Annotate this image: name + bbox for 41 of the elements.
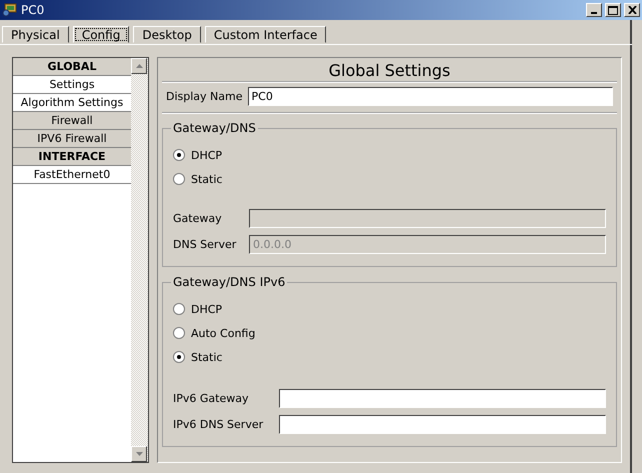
window-title: PC0 bbox=[21, 3, 46, 17]
field-label: IPv6 DNS Server bbox=[173, 418, 264, 431]
down-arrow-icon bbox=[136, 452, 142, 456]
radio-button[interactable] bbox=[173, 327, 185, 339]
sidebar-item[interactable]: IPV6 Firewall bbox=[13, 130, 131, 148]
radio-label: Static bbox=[191, 350, 222, 364]
scroll-down-button[interactable] bbox=[131, 446, 147, 462]
field-label: Gateway bbox=[173, 212, 223, 225]
radio-label: Static bbox=[191, 172, 222, 186]
group-title: Gateway/DNS bbox=[172, 121, 257, 135]
tab[interactable]: Desktop bbox=[133, 26, 201, 43]
radio-label: Auto Config bbox=[191, 326, 256, 340]
maximize-icon bbox=[608, 6, 618, 14]
computer-icon bbox=[2, 3, 18, 17]
radio-button[interactable] bbox=[173, 149, 185, 161]
radio-label: DHCP bbox=[191, 302, 222, 316]
field-label: DNS Server bbox=[173, 238, 238, 251]
minimize-button[interactable] bbox=[586, 3, 602, 17]
maximize-button[interactable] bbox=[605, 3, 621, 17]
tab[interactable]: Physical bbox=[2, 26, 69, 43]
tab[interactable]: Config bbox=[72, 26, 130, 43]
field-label: Display Name bbox=[166, 90, 242, 103]
section-header: GLOBAL bbox=[13, 58, 131, 76]
sidebar-item[interactable]: Firewall bbox=[13, 112, 131, 130]
section-header: INTERFACE bbox=[13, 148, 131, 166]
input-field[interactable] bbox=[279, 415, 606, 434]
field-label: IPv6 Gateway bbox=[173, 392, 250, 405]
tab[interactable]: Custom Interface bbox=[204, 26, 326, 43]
scrollbar[interactable] bbox=[131, 58, 148, 462]
panel-title: Global Settings bbox=[162, 58, 617, 82]
scroll-up-button[interactable] bbox=[131, 58, 147, 74]
radio-button[interactable] bbox=[173, 303, 185, 315]
display-name-field[interactable]: PC0 bbox=[248, 87, 613, 106]
radio-button[interactable] bbox=[173, 173, 185, 185]
group-title: Gateway/DNS IPv6 bbox=[172, 275, 286, 289]
radio-button[interactable] bbox=[173, 351, 185, 363]
radio-label: DHCP bbox=[191, 148, 222, 162]
close-button[interactable] bbox=[624, 3, 640, 17]
up-arrow-icon bbox=[136, 64, 142, 68]
close-icon bbox=[628, 6, 636, 14]
input-field[interactable] bbox=[279, 389, 606, 408]
